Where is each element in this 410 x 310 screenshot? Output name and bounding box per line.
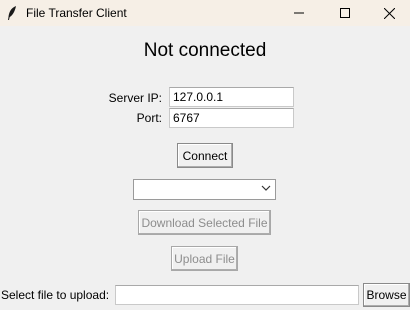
file-select-dropdown[interactable] bbox=[133, 179, 276, 200]
port-input[interactable] bbox=[169, 108, 294, 128]
server-ip-label: Server IP: bbox=[108, 91, 162, 105]
close-icon bbox=[383, 7, 395, 19]
port-label: Port: bbox=[136, 111, 162, 125]
window-title: File Transfer Client bbox=[26, 6, 127, 20]
server-ip-input[interactable] bbox=[169, 87, 294, 107]
chevron-down-icon bbox=[261, 185, 271, 191]
upload-file-button[interactable]: Upload File bbox=[171, 246, 238, 271]
minimize-button[interactable] bbox=[276, 0, 322, 26]
feather-icon bbox=[6, 5, 18, 21]
browse-button[interactable]: Browse bbox=[363, 283, 410, 307]
connection-status: Not connected bbox=[143, 40, 267, 61]
close-button[interactable] bbox=[366, 0, 410, 26]
maximize-button[interactable] bbox=[322, 0, 368, 26]
upload-file-path-input[interactable] bbox=[115, 285, 359, 305]
maximize-icon bbox=[340, 8, 350, 18]
minimize-icon bbox=[294, 12, 304, 14]
download-selected-file-button[interactable]: Download Selected File bbox=[138, 210, 271, 235]
upload-file-label: Select file to upload: bbox=[1, 288, 110, 302]
title-bar[interactable]: File Transfer Client bbox=[0, 0, 410, 26]
connect-button[interactable]: Connect bbox=[177, 143, 233, 168]
